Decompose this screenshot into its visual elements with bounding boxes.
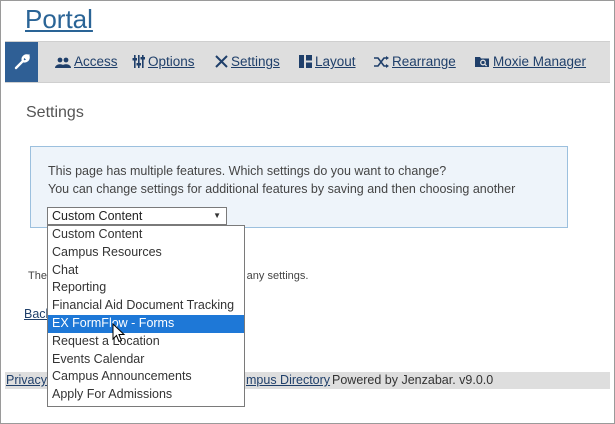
users-icon [55, 57, 71, 68]
nav-settings[interactable]: Settings [215, 54, 280, 69]
option-reporting[interactable]: Reporting [48, 279, 244, 297]
option-campus-announcements[interactable]: Campus Announcements [48, 368, 244, 386]
option-apply-for-admissions[interactable]: Apply For Admissions [48, 386, 244, 404]
nav-settings-label: Settings [231, 54, 280, 69]
option-request-a-location[interactable]: Request a Location [48, 333, 244, 351]
nav-access[interactable]: Access [55, 54, 118, 69]
dropdown-arrow-icon: ▼ [213, 211, 221, 220]
nav-moxie-manager[interactable]: Moxie Manager [475, 54, 586, 69]
footer-privacy-link[interactable]: Privacy [6, 372, 47, 389]
option-custom-content[interactable]: Custom Content [48, 226, 244, 244]
nav-tool-button[interactable] [5, 42, 38, 82]
layout-icon [299, 55, 312, 68]
wrench-icon [14, 54, 30, 70]
nav-access-label: Access [74, 54, 118, 69]
option-chat[interactable]: Chat [48, 262, 244, 280]
option-financial-aid-document-tracking[interactable]: Financial Aid Document Tracking [48, 297, 244, 315]
nav-options[interactable]: Options [132, 54, 195, 69]
nav-options-label: Options [148, 54, 195, 69]
option-events-calendar[interactable]: Events Calendar [48, 351, 244, 369]
nav-rearrange-label: Rearrange [392, 54, 456, 69]
feature-select-dropdown: Custom Content Campus Resources Chat Rep… [47, 225, 245, 407]
nav-layout[interactable]: Layout [299, 54, 356, 69]
nav-layout-label: Layout [315, 54, 356, 69]
sliders-icon [132, 55, 145, 68]
nav-moxie-manager-label: Moxie Manager [493, 54, 587, 69]
shuffle-icon [374, 55, 389, 68]
mouse-cursor-icon [112, 323, 126, 343]
tools-icon [215, 55, 228, 68]
footer-directory-link[interactable]: mpus Directory [246, 372, 330, 389]
save-note-start: The [28, 270, 47, 282]
option-campus-resources[interactable]: Campus Resources [48, 244, 244, 262]
portal-title-link[interactable]: Portal [25, 4, 93, 35]
feature-select-value: Custom Content [52, 209, 143, 223]
navbar: Access Options Settings Layout Rearrange [5, 41, 610, 83]
feature-select[interactable]: Custom Content ▼ [47, 207, 227, 225]
option-ex-formflow-forms[interactable]: EX FormFlow - Forms [48, 314, 244, 333]
nav-rearrange[interactable]: Rearrange [374, 54, 456, 69]
folder-search-icon [475, 57, 489, 67]
footer-powered-by: Powered by Jenzabar. v9.0.0 [332, 373, 494, 387]
page-heading: Settings [26, 104, 84, 121]
save-note: The ve any settings. [28, 270, 308, 282]
info-line-1: This page has multiple features. Which s… [48, 164, 447, 178]
info-line-2: You can change settings for additional f… [48, 182, 516, 196]
